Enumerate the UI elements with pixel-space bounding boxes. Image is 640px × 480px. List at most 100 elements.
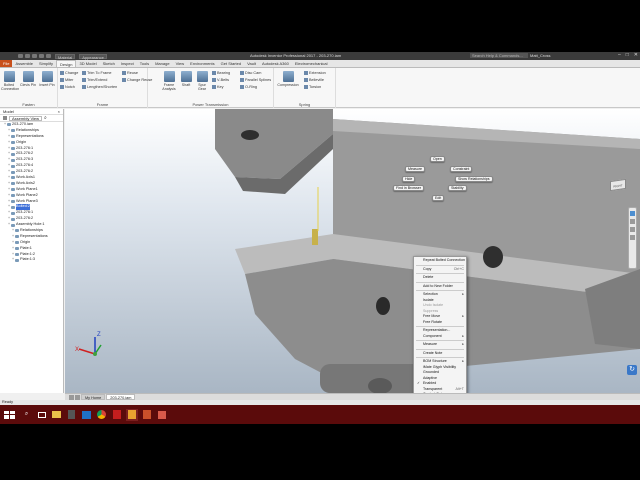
menu-item-label: Add to New Folder [423,283,453,288]
filter-icon[interactable] [3,116,7,120]
calculator-icon[interactable] [66,409,78,421]
pin-icon [41,71,53,82]
bearing-button[interactable]: Bearing [212,71,230,75]
notch-button[interactable]: Notch [60,85,75,89]
v-belts-button[interactable]: V-Belts [212,78,229,82]
spur-gear-button[interactable]: Spur Gear [194,71,210,91]
context-menu-item[interactable]: Repeat Bolted Connection [414,258,466,264]
reuse-button[interactable]: Reuse [122,71,138,75]
expand-icon[interactable]: + [8,222,10,228]
expand-icon[interactable]: + [4,122,6,128]
shaft-button[interactable]: Shaft [178,71,194,87]
extension-button[interactable]: Extension [304,71,326,75]
triad-origin [93,352,97,356]
refresh-icon[interactable]: ↻ [627,365,637,375]
marking-menu-measure[interactable]: Measure [405,166,425,172]
search-icon[interactable]: ⌕ [21,409,33,421]
tab-sketch[interactable]: Sketch [100,60,118,67]
context-menu-item[interactable]: Copy Ctrl+C [414,267,466,273]
view-dropdown[interactable]: Assembly View [9,115,43,121]
context-menu-item[interactable]: Create Note [414,351,466,357]
context-menu-item[interactable]: Free Rotate [414,320,466,326]
app-icon[interactable] [156,409,168,421]
marking-menu-edit[interactable]: Edit [432,195,445,201]
tab-vault[interactable]: Vault [244,60,259,67]
steering-wheel-icon[interactable] [630,211,635,216]
search-icon[interactable]: ⌕ [44,115,47,121]
trim-to-frame-button[interactable]: Trim To Frame [82,71,111,75]
compression-button[interactable]: Compression [277,71,299,87]
orbit-icon[interactable] [630,235,635,240]
tab-get-started[interactable]: Get Started [218,60,244,67]
context-menu-item[interactable]: Add to New Folder [414,284,466,290]
close-icon[interactable]: ✕ [634,52,638,58]
marking-menu-find-in-browser[interactable]: Find in Browser [393,185,424,191]
maximize-icon[interactable]: □ [626,52,629,58]
tab-a360[interactable]: Autodesk A360 [259,60,292,67]
browser-title[interactable]: Model [3,109,14,114]
graphics-viewport[interactable]: Z X [65,109,640,393]
key-button[interactable]: Key [212,85,224,89]
marking-menu-show-relationships[interactable]: Show Relationships [455,176,493,182]
tab-file[interactable]: File [0,60,13,67]
tab-inspect[interactable]: Inspect [118,60,137,67]
help-search-input[interactable]: Search Help & Commands... [470,53,528,58]
marking-menu-open[interactable]: Open [430,156,445,162]
tab-environments[interactable]: Environments [187,60,217,67]
bolted-connection-button[interactable]: Bolted Connection [1,71,19,91]
redo-icon[interactable] [46,54,51,58]
appearance-combo[interactable]: Appearance [79,53,107,60]
close-icon[interactable]: × [58,109,60,114]
context-menu-item[interactable]: Measure ▸ [414,342,466,348]
tile-icon[interactable] [69,394,74,400]
window-controls: – □ ✕ [618,52,638,58]
undo-icon[interactable] [39,54,44,58]
minimize-icon[interactable]: – [618,52,621,58]
change-button[interactable]: Change [60,71,78,75]
tab-view[interactable]: View [173,60,188,67]
tab-electromechanical[interactable]: Electromechanical [292,60,331,67]
reuse-icon [122,78,126,82]
marking-menu-hide[interactable]: Hide [402,176,416,182]
o-ring-button[interactable]: O-Ring [240,85,257,89]
tab-manage[interactable]: Manage [152,60,172,67]
cascade-icon[interactable] [75,394,80,400]
save-icon[interactable] [32,54,37,58]
start-button[interactable] [3,410,15,420]
zoom-icon[interactable] [630,227,635,232]
task-view-icon[interactable] [36,409,48,421]
context-menu-item[interactable]: Delete [414,275,466,281]
open-icon[interactable] [25,54,30,58]
context-menu-item[interactable]: Component ▸ [414,334,466,340]
tab-simplify[interactable]: Simplify [36,60,56,67]
marking-menu-stability[interactable]: Stability [448,185,467,191]
marking-menu-constraint[interactable]: Constraint [450,166,473,172]
frame-analysis-button[interactable]: Frame Analysis [161,71,177,91]
parallel-splines-button[interactable]: Parallel Splines [240,78,271,82]
tab-design[interactable]: Design [56,60,77,67]
powerpoint-icon[interactable] [141,409,153,421]
new-icon[interactable] [18,54,23,58]
expand-icon[interactable]: + [12,257,14,263]
material-combo[interactable]: Material [55,53,76,60]
inventor-icon[interactable] [125,408,138,421]
torsion-button[interactable]: Torsion [304,85,321,89]
tab-tools[interactable]: Tools [137,60,152,67]
insert-pin-button[interactable]: Insert Pin [39,71,55,87]
disc-cam-button[interactable]: Disc Cam [240,71,261,75]
tree-node[interactable]: + Plate:1:3 [0,257,63,263]
component-icon [11,194,16,198]
trim-extend-button[interactable]: Trim/Extend [82,78,107,82]
user-name[interactable]: Matt_Cross [530,53,550,58]
clevis-pin-button[interactable]: Clevis Pin [20,71,36,87]
lengthen-shorten-button[interactable]: Lengthen/Shorten [82,85,117,89]
tab-3d-model[interactable]: 3D Model [76,60,99,67]
pan-icon[interactable] [630,219,635,224]
chrome-icon[interactable] [96,409,108,421]
belleville-button[interactable]: Belleville [304,78,324,82]
acrobat-icon[interactable] [111,409,123,421]
file-explorer-icon[interactable] [51,409,63,421]
tab-assemble[interactable]: Assemble [12,60,36,67]
miter-button[interactable]: Miter [60,78,73,82]
outlook-icon[interactable] [81,409,93,421]
